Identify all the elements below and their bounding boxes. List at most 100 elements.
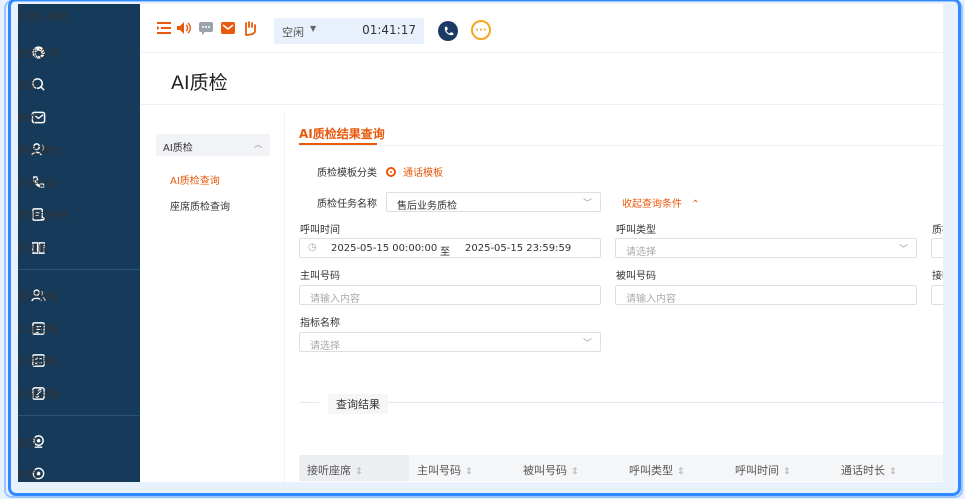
sidebar-item-monitor[interactable]: 监控 <box>18 427 140 455</box>
sort-icon: ⇕ <box>355 467 363 477</box>
divider <box>140 104 943 105</box>
column-header-label: 呼叫类型 <box>629 464 673 477</box>
sidebar-item-label: 短信 <box>18 80 38 92</box>
template-option-label[interactable]: 通话模板 <box>403 164 443 179</box>
sidebar-item-label: 邮件 <box>18 113 38 125</box>
column-header-agent[interactable]: 接听座席 ⇕ <box>307 462 363 478</box>
sidebar-item-quality[interactable]: 质检 <box>18 459 140 482</box>
volume-icon[interactable] <box>175 19 193 37</box>
column-header-label: 接听座席 <box>307 464 351 477</box>
callee-input[interactable]: 请输入内容 <box>615 285 917 305</box>
agent-status-select[interactable]: 空闲 ▼ 01:41:17 <box>274 18 424 44</box>
chevron-up-icon: ︿ <box>254 140 262 149</box>
sort-icon: ⇕ <box>465 467 473 477</box>
sub-navigation: AI质检 ︿ AI质检查询 座席质检查询 <box>156 134 270 213</box>
column-header-call-time[interactable]: 呼叫时间 ⇕ <box>735 462 791 478</box>
sidebar-item-mail[interactable]: 邮件 <box>18 103 140 131</box>
column-header-label: 主叫号码 <box>417 464 461 477</box>
column-header-label: 被叫号码 <box>523 464 567 477</box>
sidebar-item-label: 客户管理 <box>18 291 58 303</box>
partial-field-label: 接听 <box>932 271 943 282</box>
sidebar-item-label: 监控 <box>18 437 38 449</box>
sidebar-item-label: 外链对接 <box>18 389 58 401</box>
sidebar-divider <box>18 415 140 416</box>
sidebar-item-predictive-call[interactable]: 预测式外呼 <box>18 200 140 228</box>
app-window: 机器人通话 在线咨询 短信 邮件 语音通知 外呼任务 预测式外呼 知识库 客户管… <box>18 4 943 482</box>
sidebar-item-label: 机器人通话 <box>18 11 68 23</box>
caller-input[interactable]: 请输入内容 <box>299 285 601 305</box>
call-time-range-picker[interactable]: ◷ 2025-05-15 00:00:00 至 2025-05-15 23:59… <box>299 238 601 258</box>
status-label: 空闲 <box>282 26 304 39</box>
phone-button[interactable] <box>438 21 458 41</box>
page-title: AI质检 <box>171 72 228 94</box>
sidebar-item-sms[interactable]: 短信 <box>18 70 140 98</box>
subnav-group-header[interactable]: AI质检 ︿ <box>156 134 270 156</box>
menu-toggle-icon[interactable] <box>155 19 173 37</box>
metric-name-select[interactable]: 请选择 ﹀ <box>299 332 601 352</box>
divider <box>284 112 285 482</box>
template-radio[interactable] <box>386 167 396 177</box>
sort-icon: ⇕ <box>783 467 791 477</box>
top-toolbar: 空闲 ▼ 01:41:17 ··· <box>140 4 943 53</box>
call-type-select[interactable]: 请选择 ﹀ <box>615 238 917 258</box>
results-title: 查询结果 <box>328 394 388 414</box>
divider <box>388 402 943 403</box>
sort-icon: ⇕ <box>571 467 579 477</box>
end-time-value: 2025-05-15 23:59:59 <box>465 243 572 254</box>
call-timer: 01:41:17 <box>362 23 416 37</box>
sidebar-item-label: 在线咨询 <box>18 48 58 60</box>
chevron-down-icon: ﹀ <box>582 199 592 209</box>
collapse-label: 收起查询条件 <box>622 199 682 210</box>
divider <box>299 145 943 146</box>
subnav-item-ai-query[interactable]: AI质检查询 <box>170 172 220 187</box>
column-header-label: 呼叫时间 <box>735 464 779 477</box>
sidebar-item-survey[interactable]: 问卷调查 <box>18 346 140 374</box>
sidebar-item-robot-call[interactable]: 机器人通话 <box>18 4 140 26</box>
task-name-value: 售后业务质检 <box>397 201 457 212</box>
tab-ai-result-query[interactable]: AI质检结果查询 <box>299 125 385 142</box>
sidebar-item-voice-notify[interactable]: 语音通知 <box>18 135 140 163</box>
sidebar-item-ticket[interactable]: 工单管理 <box>18 314 140 342</box>
metric-placeholder: 请选择 <box>310 341 340 352</box>
sidebar-item-online-consult[interactable]: 在线咨询 <box>18 38 140 66</box>
call-time-label: 呼叫时间 <box>300 225 340 236</box>
column-header-duration[interactable]: 通话时长 ⇕ <box>841 462 897 478</box>
sidebar-divider <box>18 269 140 270</box>
column-header-label: 通话时长 <box>841 464 885 477</box>
call-type-label: 呼叫类型 <box>616 225 656 236</box>
collapse-conditions-link[interactable]: 收起查询条件 ⌃ <box>622 195 700 210</box>
sidebar-item-label: 预测式外呼 <box>18 210 68 222</box>
chevron-down-icon: ﹀ <box>582 339 592 349</box>
task-name-label: 质检任务名称 <box>317 199 377 210</box>
hand-raise-icon[interactable] <box>241 19 259 37</box>
sidebar-item-knowledge-base[interactable]: 知识库 <box>18 233 140 261</box>
chat-icon: ··· <box>475 24 487 36</box>
caller-label: 主叫号码 <box>300 271 340 282</box>
subnav-group-label: AI质检 <box>163 143 193 154</box>
sidebar-item-link[interactable]: 外链对接 <box>18 379 140 407</box>
partial-field-input[interactable] <box>931 285 943 305</box>
subnav-item-agent-query[interactable]: 座席质检查询 <box>170 198 230 213</box>
template-category-label: 质检模板分类 <box>317 168 377 179</box>
sidebar-item-label: 外呼任务 <box>18 178 58 190</box>
call-type-placeholder: 请选择 <box>626 247 656 258</box>
sidebar-item-label: 工单管理 <box>18 324 58 336</box>
email-icon[interactable] <box>219 19 237 37</box>
chat-button[interactable]: ··· <box>471 20 491 40</box>
message-icon[interactable] <box>197 19 215 37</box>
column-header-call-type[interactable]: 呼叫类型 ⇕ <box>629 462 685 478</box>
column-header-caller[interactable]: 主叫号码 ⇕ <box>417 462 473 478</box>
range-separator: 至 <box>440 247 450 258</box>
divider <box>299 402 319 403</box>
results-table-header: 接听座席 ⇕ 主叫号码 ⇕ 被叫号码 ⇕ 呼叫类型 ⇕ 呼叫时间 ⇕ 通话时长 ⇕ <box>299 455 943 481</box>
partial-field-input[interactable] <box>931 238 943 258</box>
clock-icon: ◷ <box>308 242 317 253</box>
sidebar-item-outbound-task[interactable]: 外呼任务 <box>18 168 140 196</box>
chevron-down-icon: ▼ <box>310 24 317 33</box>
sidebar-item-customer[interactable]: 客户管理 <box>18 281 140 309</box>
start-time-value: 2025-05-15 00:00:00 <box>331 243 438 254</box>
task-name-select[interactable]: 售后业务质检 ﹀ <box>386 192 601 212</box>
phone-icon <box>444 26 453 35</box>
column-header-callee[interactable]: 被叫号码 ⇕ <box>523 462 579 478</box>
sidebar-item-label: 语音通知 <box>18 145 58 157</box>
